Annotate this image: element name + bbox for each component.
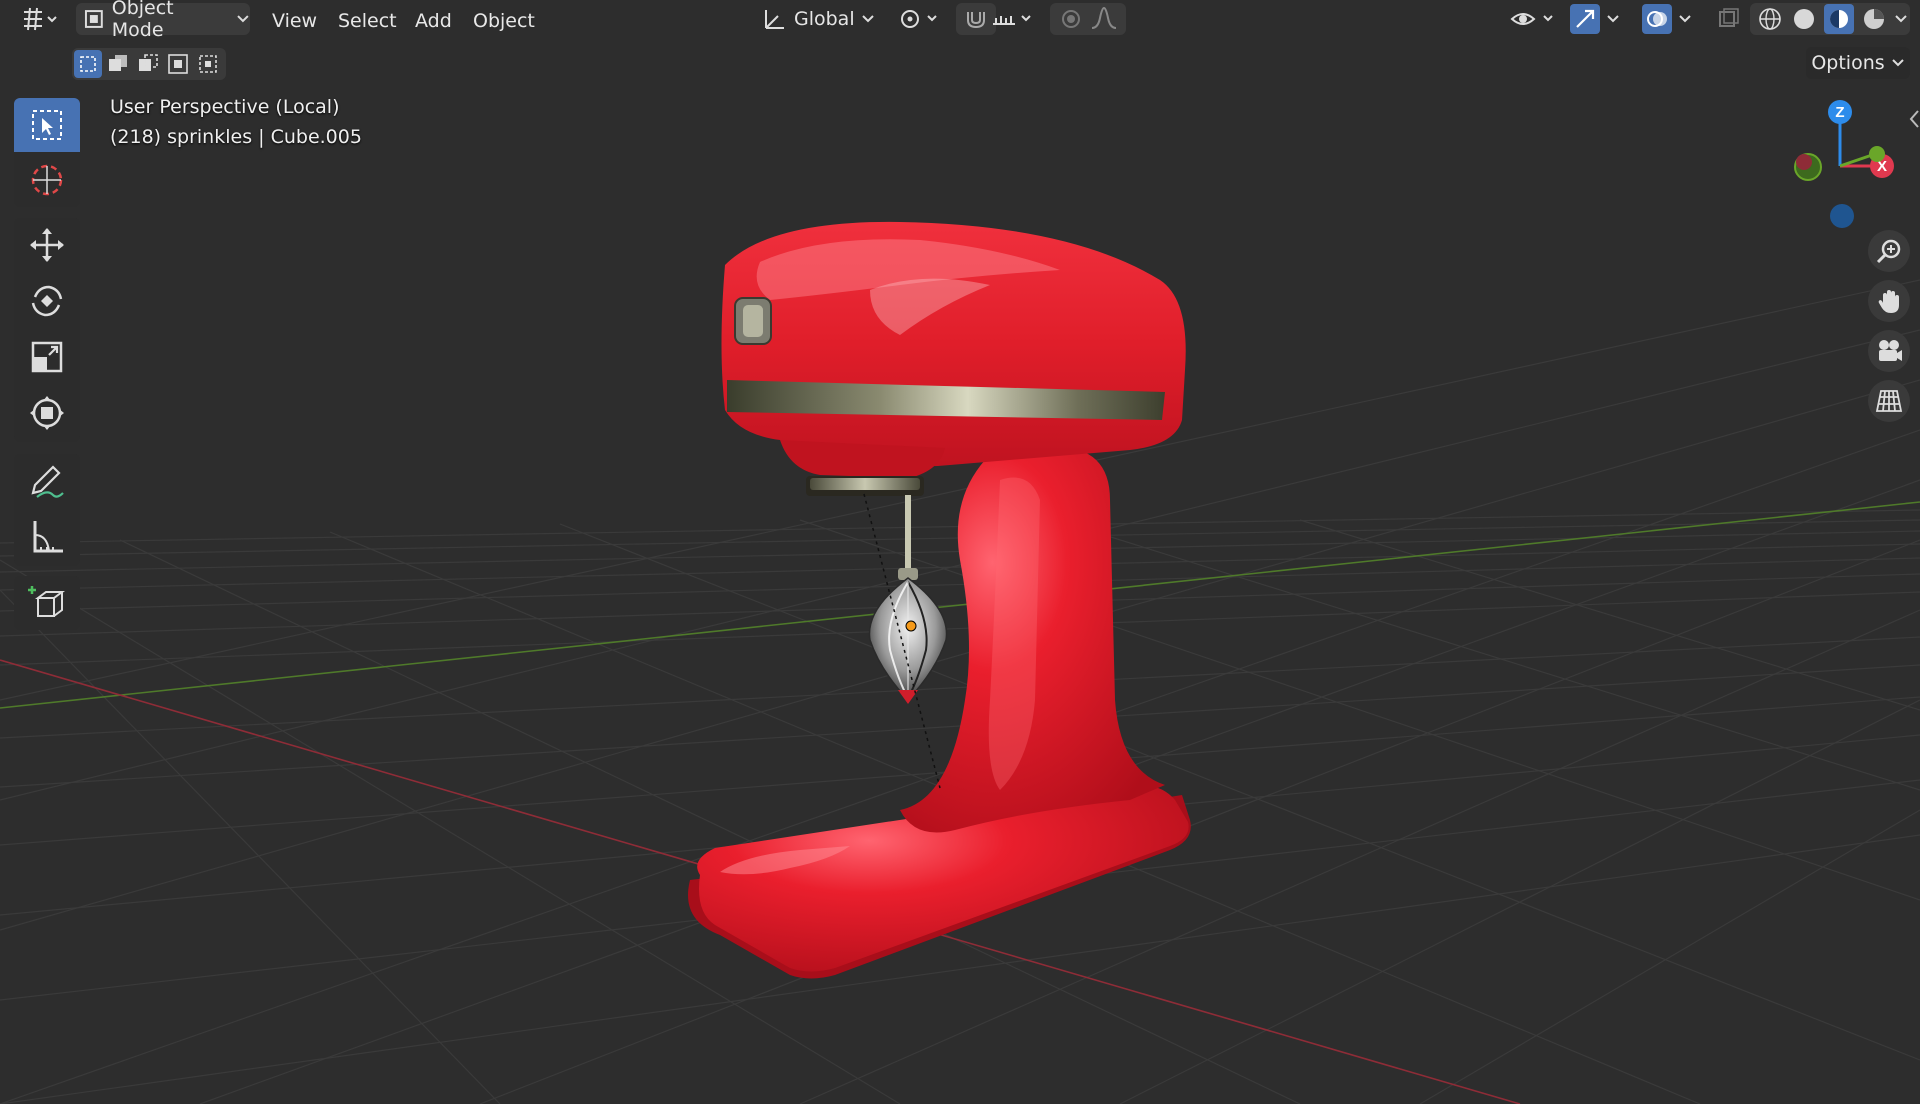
measure-icon (33, 521, 63, 553)
3d-viewport[interactable]: Object Mode View Select Add Object Globa… (0, 0, 1920, 1104)
gizmo-y-axis[interactable] (1869, 146, 1885, 162)
wireframe-shading-icon[interactable] (1756, 5, 1784, 33)
editor-type-button[interactable] (20, 3, 64, 35)
select-new-icon[interactable] (74, 50, 102, 78)
gizmo-neg-x-axis[interactable] (1796, 154, 1812, 170)
transform-icon (30, 396, 64, 430)
orientation-icon (765, 10, 784, 29)
sidebar-toggle-icon[interactable] (1908, 108, 1920, 130)
gizmo-neg-z-axis[interactable] (1830, 204, 1854, 228)
selection-mode-group (72, 48, 226, 80)
grid-ortho-icon (1875, 390, 1903, 412)
select-invert-icon[interactable] (164, 50, 192, 78)
measure-tool[interactable] (14, 510, 80, 564)
scale-icon (31, 341, 63, 373)
gizmo-toggle[interactable] (1570, 3, 1636, 35)
proportional-icon (1062, 10, 1080, 28)
overlays-icon (1642, 4, 1672, 34)
solid-shading-icon[interactable] (1790, 5, 1818, 33)
chevron-down-icon (1607, 15, 1619, 23)
visibility-button[interactable] (1510, 3, 1562, 35)
mode-selector[interactable]: Object Mode (76, 0, 250, 41)
material-preview-icon[interactable] (1824, 4, 1854, 34)
chevron-down-icon (1891, 59, 1904, 67)
object-mode-icon (84, 10, 103, 28)
chevron-down-icon (1895, 15, 1907, 23)
menu-object[interactable]: Object (473, 5, 535, 37)
viewport-scene[interactable] (0, 0, 1920, 1104)
view-name: User Perspective (Local) (110, 96, 340, 118)
hand-pan-icon (1878, 290, 1899, 313)
add-cube-tool[interactable] (14, 576, 80, 630)
pivot-icon (901, 10, 937, 28)
proportional-editing[interactable] (1050, 3, 1126, 35)
add-cube-icon (28, 586, 65, 617)
zoom-icon (1876, 239, 1901, 264)
gizmo-icon (1570, 4, 1600, 34)
svg-text:Z: Z (1835, 104, 1844, 121)
chevron-down-icon (237, 15, 249, 23)
pivot-point-button[interactable] (898, 3, 946, 35)
camera-icon (1879, 340, 1902, 361)
editor-type-icon (24, 7, 57, 31)
options-label: Options (1811, 52, 1885, 74)
select-subtract-icon[interactable] (134, 50, 162, 78)
chevron-down-icon (861, 15, 874, 23)
object-info: (218) sprinkles | Cube.005 (110, 126, 362, 148)
menu-add[interactable]: Add (415, 5, 452, 37)
mode-label: Object Mode (111, 0, 174, 41)
select-extend-icon[interactable] (104, 50, 132, 78)
select-box-icon (32, 110, 62, 140)
snap-target-button[interactable] (990, 3, 1040, 35)
scale-tool[interactable] (14, 330, 80, 384)
chevron-down-icon (1679, 15, 1691, 23)
rotate-tool[interactable] (14, 274, 80, 328)
select-box-tool[interactable] (14, 98, 80, 152)
menu-view[interactable]: View (272, 5, 317, 37)
snap-increment-icon (993, 15, 1031, 25)
move-icon (30, 228, 64, 262)
transform-orientation-selector[interactable]: Global (762, 3, 884, 35)
eye-icon (1510, 13, 1553, 25)
cursor-icon (31, 164, 63, 196)
rendered-shading-icon[interactable] (1860, 5, 1888, 33)
options-dropdown[interactable]: Options (1806, 47, 1910, 79)
select-intersect-icon[interactable] (194, 50, 222, 78)
camera-view-button[interactable] (1868, 330, 1910, 372)
shading-selector[interactable] (1750, 3, 1910, 35)
zoom-button[interactable] (1868, 230, 1910, 272)
xray-icon (1719, 8, 1739, 27)
menu-select[interactable]: Select (338, 5, 397, 37)
overlays-toggle[interactable] (1642, 3, 1708, 35)
ortho-toggle-button[interactable] (1868, 380, 1910, 422)
move-tool[interactable] (14, 218, 80, 272)
xray-toggle[interactable] (1716, 3, 1746, 35)
orientation-label: Global (794, 8, 855, 30)
pan-button[interactable] (1868, 280, 1910, 322)
cursor-tool[interactable] (14, 153, 80, 207)
rotate-icon (31, 285, 63, 317)
magnet-icon (967, 12, 985, 29)
annotate-tool[interactable] (14, 454, 80, 508)
navigation-gizmo[interactable]: Z X (1780, 96, 1920, 236)
falloff-curve-icon (1091, 6, 1117, 29)
annotate-icon (31, 465, 64, 498)
transform-tool[interactable] (14, 386, 80, 440)
